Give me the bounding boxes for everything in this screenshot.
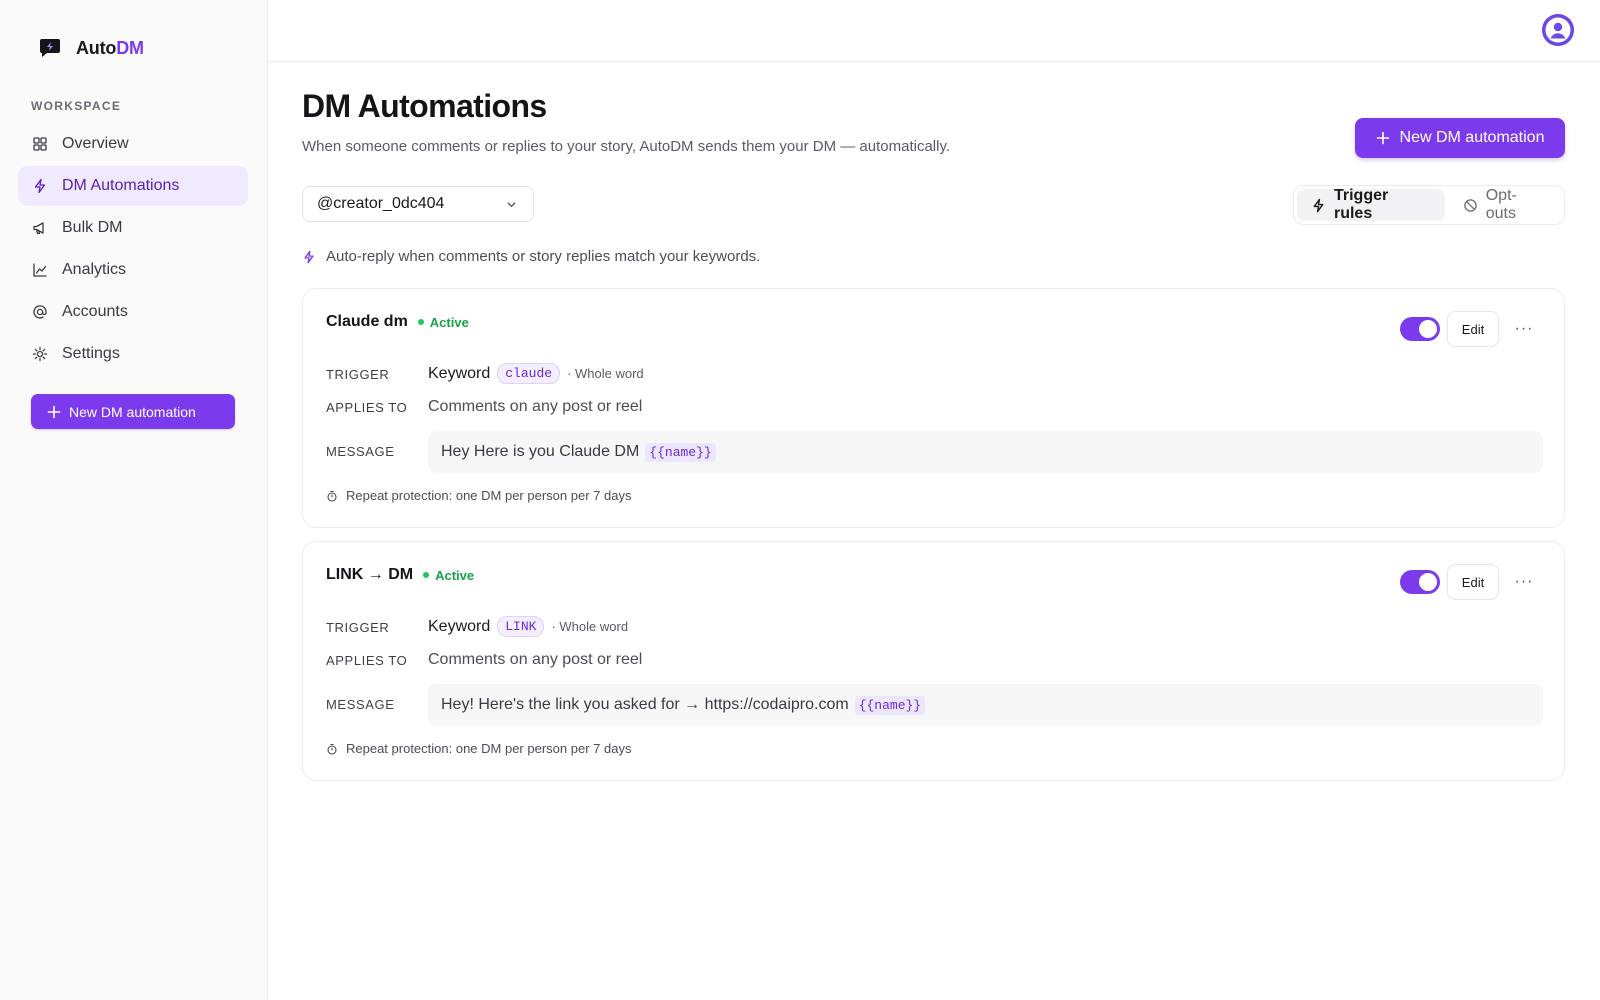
sidebar-item-label: Settings [62,345,120,362]
sidebar-item-bulk-dm[interactable]: Bulk DM [18,208,248,248]
brand-name: AutoDM [76,37,144,58]
top-bar [268,0,1600,62]
bolt-icon [1313,198,1324,212]
hint-text: Auto-reply when comments or story replie… [326,248,761,265]
tab-trigger-rules[interactable]: Trigger rules [1297,187,1445,222]
tab-label: Opt-outs [1485,187,1517,222]
sidebar-item-dm-automations[interactable]: DM Automations [18,166,248,206]
applies-to-value: Comments on any post or reel [428,398,643,415]
toggle-knob [1419,320,1437,338]
chart-line-icon [33,263,47,277]
keyword-chip: LINK [497,616,545,637]
at-sign-icon [33,305,47,319]
repeat-text: Repeat protection: one DM per person per… [346,741,632,756]
status-badge: Active [417,315,469,330]
bolt-icon [34,178,46,194]
automation-enabled-toggle[interactable] [1400,317,1440,341]
automation-name: Claude dm [326,313,408,330]
applies-to-value: Comments on any post or reel [428,651,643,668]
tab-label: Trigger rules [1333,187,1389,222]
grid-icon [33,137,47,151]
name-variable-chip: {{name}} [645,442,716,462]
sidebar-item-label: DM Automations [62,177,180,194]
sidebar-item-label: Accounts [62,303,128,320]
sidebar-item-overview[interactable]: Overview [18,124,248,164]
page-subtitle: When someone comments or replies to your… [302,138,951,155]
toggle-knob [1419,573,1437,591]
name-variable-chip: {{name}} [854,695,926,715]
message-text: Hey! Here's the link you asked for → htt… [441,696,849,713]
account-select[interactable]: @creator_0dc404 [302,186,534,222]
user-avatar-icon [1543,15,1573,45]
repeat-protection: Repeat protection: one DM per person per… [326,741,631,756]
message-label: MESSAGE [326,697,395,712]
applies-to-label: APPLIES TO [326,653,408,668]
plus-icon [1376,131,1389,145]
gear-icon [32,346,48,362]
repeat-text: Repeat protection: one DM per person per… [346,488,632,503]
bolt-icon [304,250,314,263]
card-header: Claude dm Active [326,313,469,331]
brand[interactable]: AutoDM [38,36,144,60]
new-automation-label: New DM automation [1399,129,1545,146]
account-select-value: @creator_0dc404 [317,195,445,212]
sidebar-item-label: Analytics [62,261,127,278]
status-dot [423,572,430,578]
message-label: MESSAGE [326,444,395,459]
automation-card: LINK → DM Active Edit ··· TRIGGER Keywor… [302,541,1565,781]
timer-icon [327,490,337,502]
new-automation-button[interactable]: New DM automation [1355,118,1565,158]
status-badge: Active [423,568,474,583]
sidebar: AutoDM WORKSPACE Overview DM Automations… [0,0,268,1000]
avatar[interactable] [1542,14,1574,46]
sidebar-item-label: Bulk DM [62,219,123,236]
timer-icon [327,743,337,755]
keyword-chip: claude [497,363,561,384]
sidebar-item-analytics[interactable]: Analytics [18,250,248,290]
view-tabs: Trigger rules Opt-outs [1293,185,1565,225]
card-header: LINK → DM Active [326,566,474,584]
trigger-value: Keyword claude · Whole word [428,363,644,384]
sidebar-item-label: Overview [62,135,129,152]
repeat-protection: Repeat protection: one DM per person per… [326,488,631,503]
more-options-icon[interactable]: ··· [1512,317,1536,341]
trigger-value: Keyword LINK · Whole word [428,616,628,637]
match-mode: · Whole word [551,619,629,634]
sidebar-new-automation-button[interactable]: New DM automation [31,394,235,429]
chat-bolt-logo-icon [40,39,60,57]
status-dot [417,319,424,325]
workspace-section-label: WORKSPACE [31,99,122,113]
chevron-down-icon [507,202,516,207]
page-title: DM Automations [302,88,547,124]
sidebar-new-automation-label: New DM automation [69,403,196,420]
automation-card: Claude dm Active Edit ··· TRIGGER Keywor… [302,288,1565,528]
trigger-label: TRIGGER [326,367,390,382]
automation-name: LINK → DM [326,566,414,583]
automation-enabled-toggle[interactable] [1400,570,1440,594]
message-preview: Hey! Here's the link you asked for → htt… [428,684,1543,726]
edit-button[interactable]: Edit [1447,564,1499,600]
more-options-icon[interactable]: ··· [1512,570,1536,594]
trigger-type: Keyword [428,617,491,635]
message-preview: Hey Here is you Claude DM {{name}} [428,431,1543,473]
sidebar-item-accounts[interactable]: Accounts [18,292,248,332]
megaphone-icon [33,222,44,235]
ban-icon [1463,198,1477,212]
trigger-type: Keyword [428,364,491,382]
edit-button[interactable]: Edit [1447,311,1499,347]
trigger-label: TRIGGER [326,620,390,635]
message-text: Hey Here is you Claude DM [441,443,640,460]
plus-icon [47,405,61,418]
applies-to-label: APPLIES TO [326,400,408,415]
sidebar-item-settings[interactable]: Settings [18,334,248,374]
trigger-rules-hint: Auto-reply when comments or story replie… [302,248,760,265]
match-mode: · Whole word [567,366,644,381]
tab-opt-outs[interactable]: Opt-outs [1449,187,1561,222]
sidebar-nav: Overview DM Automations Bulk DM Analytic… [18,124,248,376]
